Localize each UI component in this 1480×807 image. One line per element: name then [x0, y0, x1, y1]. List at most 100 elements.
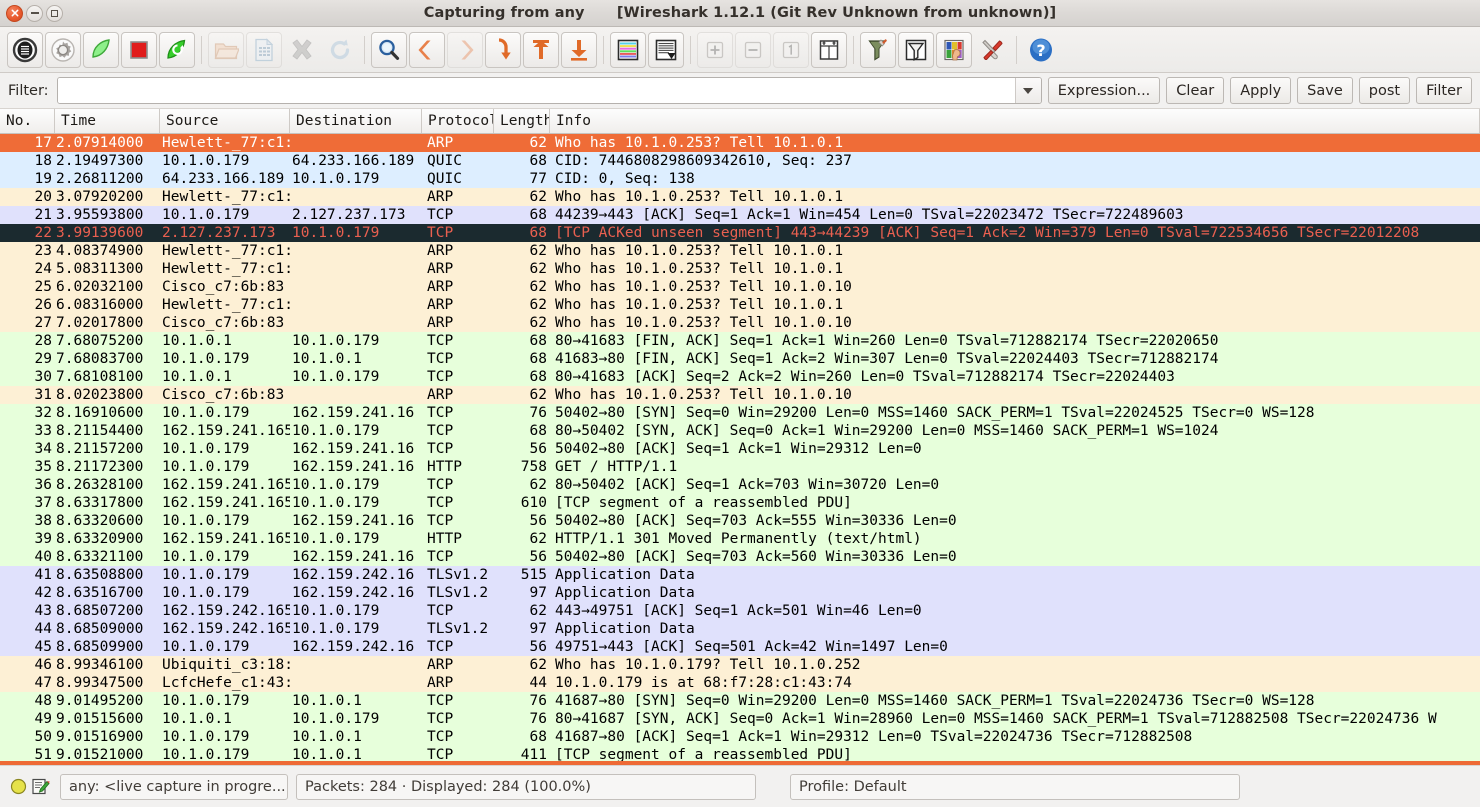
packet-row[interactable]: 182.1949730010.1.0.17964.233.166.189QUIC… — [0, 152, 1480, 170]
packet-row[interactable]: 418.6350880010.1.0.179162.159.242.16TLSv… — [0, 566, 1480, 584]
packet-row[interactable]: 287.6807520010.1.0.110.1.0.179TCP6880→41… — [0, 332, 1480, 350]
profile-field[interactable]: Profile: Default — [790, 774, 1240, 800]
start-capture-button[interactable] — [83, 32, 119, 68]
column-header-info[interactable]: Info — [550, 109, 1480, 133]
help-button[interactable]: ? — [1023, 32, 1059, 68]
reload-file-button[interactable] — [322, 32, 358, 68]
packet-cell-len: 68 — [494, 152, 550, 170]
packet-row[interactable]: 203.07920200Hewlett-_77:c1:ARP62Who has … — [0, 188, 1480, 206]
column-header-len[interactable]: Length — [494, 109, 550, 133]
packet-row[interactable]: 213.9559380010.1.0.1792.127.237.173TCP68… — [0, 206, 1480, 224]
packet-cell-info: 49751→443 [ACK] Seq=501 Ack=42 Win=1497 … — [550, 638, 1480, 656]
packet-row[interactable]: 408.6332110010.1.0.179162.159.241.16TCP5… — [0, 548, 1480, 566]
packet-row[interactable]: 172.07914000Hewlett-_77:c1:ARP62Who has … — [0, 134, 1480, 152]
clear-filter-button[interactable]: Clear — [1166, 77, 1224, 104]
expression-button[interactable]: Expression... — [1048, 77, 1161, 104]
packet-row[interactable]: 448.68509000162.159.242.16510.1.0.179TLS… — [0, 620, 1480, 638]
packet-row[interactable]: 438.68507200162.159.242.16510.1.0.179TCP… — [0, 602, 1480, 620]
maximize-window-button[interactable] — [46, 5, 63, 22]
filter-bookmark-button[interactable]: Filter — [1416, 77, 1472, 104]
packet-cell-src: 10.1.0.179 — [160, 548, 290, 566]
zoom-out-button[interactable] — [735, 32, 771, 68]
interfaces-button[interactable] — [7, 32, 43, 68]
packet-row[interactable]: 468.99346100Ubiquiti_c3:18:ARP62Who has … — [0, 656, 1480, 674]
open-file-button[interactable] — [208, 32, 244, 68]
zoom-in-button[interactable] — [697, 32, 733, 68]
packet-cell-info: 41687→80 [ACK] Seq=1 Ack=1 Win=29312 Len… — [550, 728, 1480, 746]
packet-row[interactable]: 297.6808370010.1.0.17910.1.0.1TCP6841683… — [0, 350, 1480, 368]
auto-scroll-button[interactable] — [648, 32, 684, 68]
save-filter-button[interactable]: Save — [1297, 77, 1353, 104]
column-header-src[interactable]: Source — [160, 109, 290, 133]
save-file-button[interactable] — [246, 32, 282, 68]
packet-cell-len: 62 — [494, 296, 550, 314]
packet-row[interactable]: 368.26328100162.159.241.16510.1.0.179TCP… — [0, 476, 1480, 494]
packet-row[interactable]: 307.6810810010.1.0.110.1.0.179TCP6880→41… — [0, 368, 1480, 386]
packet-list-rows[interactable]: 172.07914000Hewlett-_77:c1:ARP62Who has … — [0, 134, 1480, 764]
packet-cell-info: Who has 10.1.0.253? Tell 10.1.0.1 — [550, 188, 1480, 206]
restart-capture-button[interactable] — [159, 32, 195, 68]
packet-row[interactable]: 478.99347500LcfcHefe_c1:43:ARP4410.1.0.1… — [0, 674, 1480, 692]
column-header-no[interactable]: No. — [0, 109, 55, 133]
packet-row[interactable]: 318.02023800Cisco_c7:6b:83ARP62Who has 1… — [0, 386, 1480, 404]
packet-row[interactable]: 348.2115720010.1.0.179162.159.241.16TCP5… — [0, 440, 1480, 458]
packet-list-header[interactable]: No.TimeSourceDestinationProtocolLengthIn… — [0, 109, 1480, 134]
packet-cell-dst — [290, 656, 422, 674]
resize-columns-button[interactable] — [811, 32, 847, 68]
packet-row[interactable]: 266.08316000Hewlett-_77:c1:ARP62Who has … — [0, 296, 1480, 314]
packet-row[interactable]: 338.21154400162.159.241.16510.1.0.179TCP… — [0, 422, 1480, 440]
capture-status-field[interactable]: any: <live capture in progre... — [60, 774, 288, 800]
packet-row[interactable]: 234.08374900Hewlett-_77:c1:ARP62Who has … — [0, 242, 1480, 260]
minimize-window-button[interactable] — [26, 5, 43, 22]
apply-filter-button[interactable]: Apply — [1230, 77, 1291, 104]
find-packet-button[interactable] — [371, 32, 407, 68]
capture-options-button[interactable] — [45, 32, 81, 68]
go-forward-button[interactable] — [447, 32, 483, 68]
coloring-rules-button[interactable] — [936, 32, 972, 68]
packet-row[interactable]: 358.2117230010.1.0.179162.159.241.16HTTP… — [0, 458, 1480, 476]
capture-filters-button[interactable] — [860, 32, 896, 68]
packet-row[interactable]: 245.08311300Hewlett-_77:c1:ARP62Who has … — [0, 260, 1480, 278]
packet-cell-src: 10.1.0.179 — [160, 152, 290, 170]
packet-cell-no: 23 — [0, 242, 55, 260]
expert-info-icon[interactable] — [10, 778, 27, 795]
go-to-last-button[interactable] — [561, 32, 597, 68]
packet-row[interactable]: 499.0151560010.1.0.110.1.0.179TCP7680→41… — [0, 710, 1480, 728]
packet-cell-len: 97 — [494, 584, 550, 602]
preferences-button[interactable] — [974, 32, 1010, 68]
packet-row[interactable]: 458.6850990010.1.0.179162.159.242.16TCP5… — [0, 638, 1480, 656]
packet-row[interactable]: 398.63320900162.159.241.16510.1.0.179HTT… — [0, 530, 1480, 548]
go-to-packet-button[interactable] — [485, 32, 521, 68]
stop-capture-button[interactable] — [121, 32, 157, 68]
post-filter-button[interactable]: post — [1359, 77, 1410, 104]
packet-row[interactable]: 509.0151690010.1.0.17910.1.0.1TCP6841687… — [0, 728, 1480, 746]
packet-cell-len: 62 — [494, 386, 550, 404]
packet-row[interactable]: 328.1691060010.1.0.179162.159.241.16TCP7… — [0, 404, 1480, 422]
column-header-dst[interactable]: Destination — [290, 109, 422, 133]
column-header-proto[interactable]: Protocol — [422, 109, 494, 133]
filter-input[interactable] — [58, 78, 1015, 103]
zoom-reset-button[interactable] — [773, 32, 809, 68]
go-to-first-button[interactable] — [523, 32, 559, 68]
filter-dropdown-button[interactable] — [1015, 78, 1041, 103]
packet-row[interactable]: 277.02017800Cisco_c7:6b:83ARP62Who has 1… — [0, 314, 1480, 332]
packet-row[interactable]: 388.6332060010.1.0.179162.159.241.16TCP5… — [0, 512, 1480, 530]
column-header-time[interactable]: Time — [55, 109, 160, 133]
go-back-button[interactable] — [409, 32, 445, 68]
packet-row[interactable]: 192.2681120064.233.166.18910.1.0.179QUIC… — [0, 170, 1480, 188]
close-window-button[interactable] — [6, 5, 23, 22]
packet-row[interactable]: 256.02032100Cisco_c7:6b:83ARP62Who has 1… — [0, 278, 1480, 296]
display-filters-button[interactable] — [898, 32, 934, 68]
toolbar-separator-5 — [853, 36, 854, 64]
packet-row[interactable]: 378.63317800162.159.241.16510.1.0.179TCP… — [0, 494, 1480, 512]
packet-cell-src: Hewlett-_77:c1: — [160, 242, 290, 260]
packet-row[interactable]: 428.6351670010.1.0.179162.159.242.16TLSv… — [0, 584, 1480, 602]
capture-comment-icon[interactable] — [31, 777, 50, 796]
colorize-button[interactable] — [610, 32, 646, 68]
packet-list[interactable]: No.TimeSourceDestinationProtocolLengthIn… — [0, 109, 1480, 765]
packet-row[interactable]: 223.991396002.127.237.17310.1.0.179TCP68… — [0, 224, 1480, 242]
packet-row[interactable]: 489.0149520010.1.0.17910.1.0.1TCP7641687… — [0, 692, 1480, 710]
close-file-button[interactable] — [284, 32, 320, 68]
filter-combobox[interactable] — [57, 77, 1042, 104]
packet-cell-time: 8.21157200 — [55, 440, 160, 458]
